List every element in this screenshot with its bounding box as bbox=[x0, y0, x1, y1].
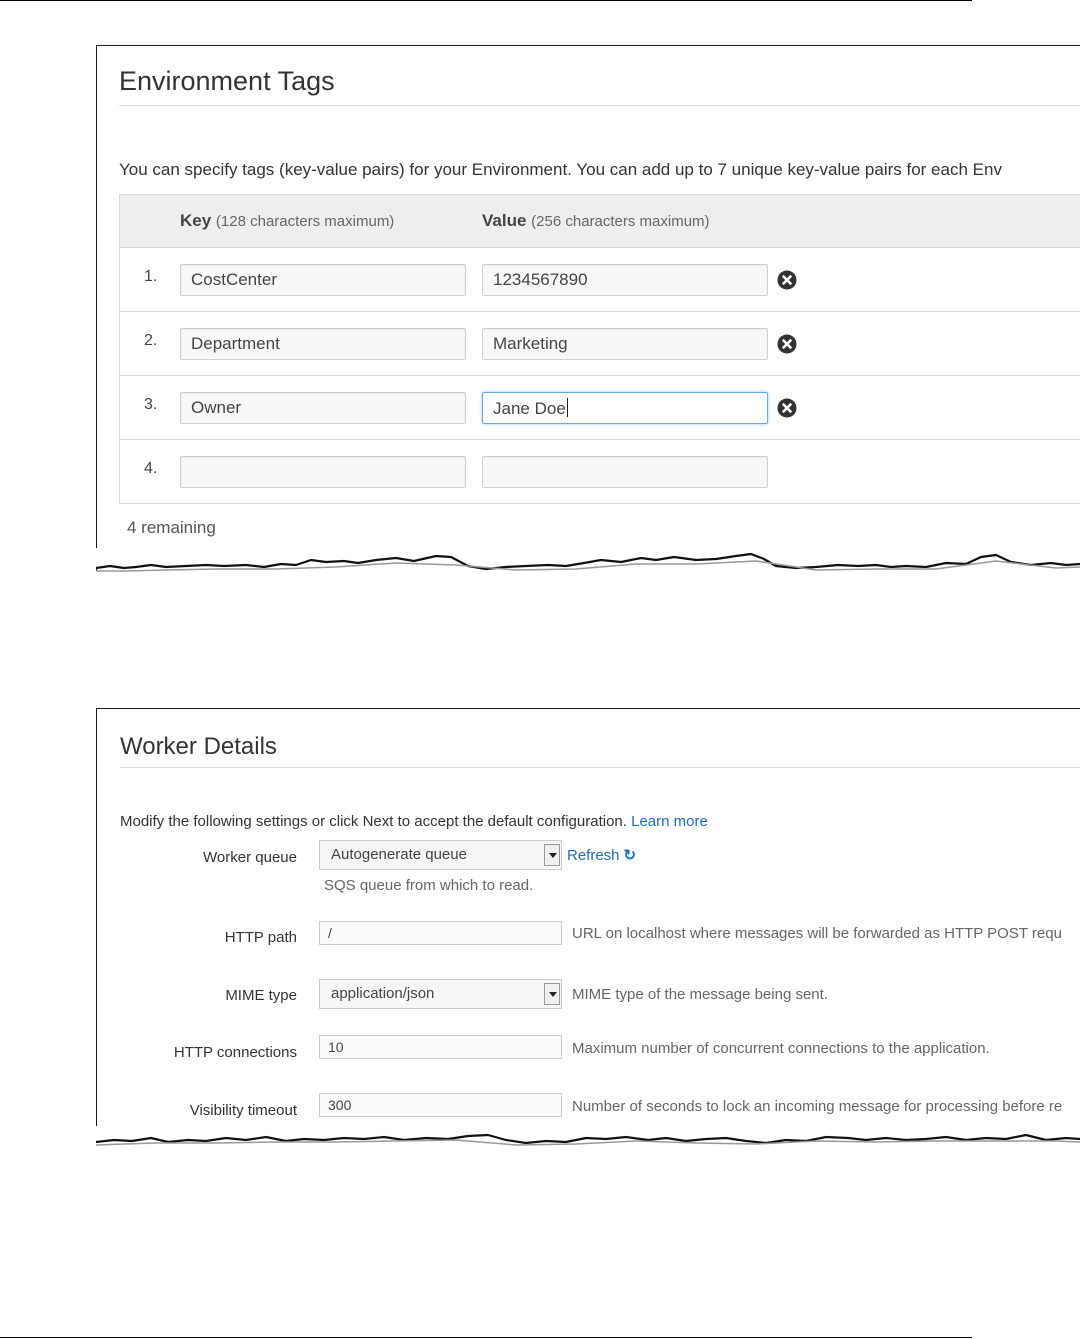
http-connections-label: HTTP connections bbox=[173, 1044, 297, 1061]
http-connections-help: Maximum number of concurrent connections… bbox=[572, 1040, 990, 1057]
remove-circle-icon[interactable] bbox=[777, 398, 797, 418]
http-connections-input[interactable]: 10 bbox=[319, 1035, 562, 1059]
refresh-label: Refresh bbox=[567, 847, 620, 864]
row-number: 3. bbox=[144, 396, 158, 413]
tag-value-input-focused[interactable]: Jane Doe bbox=[482, 392, 768, 424]
visibility-timeout-help: Number of seconds to lock an incoming me… bbox=[572, 1098, 1063, 1115]
panel-title: Environment Tags bbox=[119, 66, 335, 96]
worker-queue-select[interactable]: Autogenerate queue bbox=[319, 840, 562, 870]
title-divider bbox=[119, 105, 1080, 106]
tag-row: 3. Owner Jane Doe bbox=[120, 376, 1080, 440]
tag-key-input[interactable]: CostCenter bbox=[180, 264, 466, 296]
worker-details-panel: Worker Details Modify the following sett… bbox=[96, 708, 1080, 1134]
bottom-rule bbox=[0, 1337, 972, 1338]
chevron-down-icon[interactable] bbox=[544, 844, 560, 866]
mime-type-select[interactable]: application/json bbox=[319, 979, 562, 1009]
visibility-timeout-input[interactable]: 300 bbox=[319, 1093, 562, 1117]
http-path-input[interactable]: / bbox=[319, 921, 562, 945]
worker-queue-help: SQS queue from which to read. bbox=[324, 877, 534, 894]
worker-intro: Modify the following settings or click N… bbox=[120, 813, 708, 830]
remove-circle-icon[interactable] bbox=[777, 334, 797, 354]
tag-row: 2. Department Marketing bbox=[120, 312, 1080, 376]
key-header-hint: (128 characters maximum) bbox=[215, 213, 395, 230]
tag-value-input[interactable] bbox=[482, 456, 768, 488]
tag-row: 4. bbox=[120, 440, 1080, 504]
torn-edge bbox=[96, 1126, 1080, 1162]
worker-queue-label: Worker queue bbox=[203, 849, 297, 866]
remove-circle-icon[interactable] bbox=[777, 270, 797, 290]
chevron-down-icon[interactable] bbox=[544, 983, 560, 1005]
refresh-link[interactable]: Refresh ↻ bbox=[567, 846, 636, 864]
tags-table: Key (128 characters maximum) Value (256 … bbox=[119, 194, 1080, 504]
panel-title: Worker Details bbox=[120, 733, 277, 760]
tag-value-input[interactable]: 1234567890 bbox=[482, 264, 768, 296]
tag-key-input[interactable]: Owner bbox=[180, 392, 466, 424]
http-path-label: HTTP path bbox=[224, 929, 297, 946]
http-path-help: URL on localhost where messages will be … bbox=[572, 925, 1062, 942]
tag-key-input[interactable]: Department bbox=[180, 328, 466, 360]
value-header-label: Value bbox=[482, 211, 527, 230]
row-number: 4. bbox=[144, 460, 158, 477]
refresh-icon[interactable]: ↻ bbox=[624, 846, 637, 864]
mime-type-value: application/json bbox=[331, 985, 435, 1002]
learn-more-link[interactable]: Learn more bbox=[631, 813, 708, 830]
visibility-timeout-label: Visibility timeout bbox=[189, 1102, 297, 1119]
value-header-hint: (256 characters maximum) bbox=[531, 213, 710, 230]
intro-text: Modify the following settings or click N… bbox=[120, 813, 627, 830]
title-divider bbox=[120, 767, 1080, 768]
key-header-label: Key bbox=[180, 211, 212, 230]
top-rule bbox=[0, 0, 972, 1]
torn-edge bbox=[96, 548, 1080, 584]
text-caret bbox=[566, 398, 568, 417]
tags-table-header: Key (128 characters maximum) Value (256 … bbox=[120, 195, 1080, 248]
tags-remaining-count: 4 remaining bbox=[127, 518, 216, 537]
row-number: 2. bbox=[144, 332, 158, 349]
mime-type-label: MIME type bbox=[225, 987, 297, 1004]
tag-value-text: Jane Doe bbox=[493, 399, 566, 418]
value-column-header: Value (256 characters maximum) bbox=[482, 211, 710, 231]
mime-type-help: MIME type of the message being sent. bbox=[572, 986, 828, 1003]
tag-key-input[interactable] bbox=[180, 456, 466, 488]
tag-value-input[interactable]: Marketing bbox=[482, 328, 768, 360]
worker-queue-value: Autogenerate queue bbox=[331, 846, 467, 863]
environment-tags-panel: Environment Tags You can specify tags (k… bbox=[96, 45, 1080, 571]
key-column-header: Key (128 characters maximum) bbox=[180, 211, 394, 231]
tags-description: You can specify tags (key-value pairs) f… bbox=[119, 160, 1002, 179]
row-number: 1. bbox=[144, 268, 158, 285]
tag-row: 1. CostCenter 1234567890 bbox=[120, 248, 1080, 312]
